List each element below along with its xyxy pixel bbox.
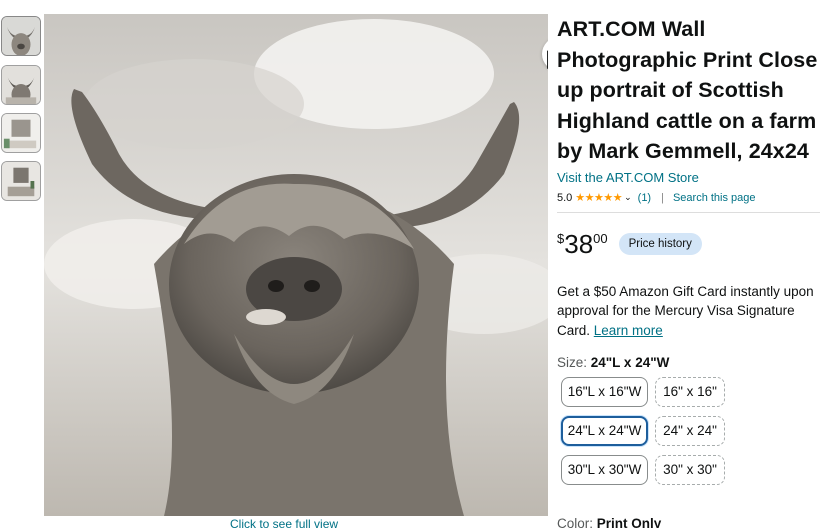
color-label-key: Color: (557, 516, 597, 528)
main-product-image[interactable] (44, 14, 548, 516)
product-title: ART.COM Wall Photographic Print Close up… (557, 17, 818, 163)
chevron-down-icon[interactable]: ⌄ (624, 192, 632, 203)
size-options: 16"L x 16"W 16" x 16" 24"L x 24"W 24" x … (557, 377, 820, 497)
highland-cattle-photo (44, 14, 548, 516)
size-option-16l-x-16w[interactable]: 16"L x 16"W (561, 377, 648, 407)
thumbnail-room-scene-alt[interactable] (1, 161, 41, 201)
size-option-16-x-16[interactable]: 16" x 16" (655, 377, 725, 407)
color-value: Print Only (596, 516, 662, 528)
cattle-thumbnail-image (2, 17, 40, 55)
click-to-see-full-view-link[interactable]: Click to see full view (230, 517, 338, 528)
separator: | (661, 191, 664, 204)
rating-value: 5.0 (557, 191, 573, 204)
price-currency: $ (557, 230, 565, 246)
size-option-24-x-24[interactable]: 24" x 24" (655, 416, 725, 446)
product-details: ART.COM Wall Photographic Print Close up… (557, 14, 820, 497)
cattle-alt-thumbnail-image (2, 66, 40, 104)
size-option-30-x-30[interactable]: 30" x 30" (655, 455, 725, 485)
gift-card-promo: Get a $50 Amazon Gift Card instantly upo… (557, 282, 820, 341)
divider (557, 211, 820, 213)
rating-row: 5.0 ★★★★★ ⌄ (1) | Search this page (557, 190, 820, 206)
price-history-button[interactable]: Price history (618, 232, 702, 255)
thumbnail-room-scene[interactable] (1, 113, 41, 153)
search-this-page-link[interactable]: Search this page (673, 192, 756, 204)
price-dollars: 38 (564, 228, 594, 259)
size-option-30l-x-30w[interactable]: 30"L x 30"W (561, 455, 648, 485)
size-label: Size: 24"L x 24"W (557, 355, 820, 371)
thumbnail-cattle-portrait-alt[interactable] (1, 65, 41, 105)
room-scene-alt-thumbnail-image (2, 162, 40, 200)
star-rating-icon[interactable]: ★★★★★ (575, 191, 622, 204)
room-scene-thumbnail-image (2, 114, 40, 152)
ratings-count-link[interactable]: (1) (638, 192, 651, 204)
price-cents: 00 (593, 230, 608, 246)
size-option-24l-x-24w[interactable]: 24"L x 24"W (561, 416, 648, 446)
store-link[interactable]: Visit the ART.COM Store (557, 169, 820, 186)
learn-more-link[interactable]: Learn more (594, 323, 663, 338)
price-row: $ 38 00 Price history (557, 229, 820, 259)
size-selected-value: 24"L x 24"W (590, 355, 670, 370)
share-button[interactable] (542, 37, 548, 71)
thumbnail-cattle-portrait[interactable] (1, 16, 41, 56)
color-label: Color: Print Only (557, 517, 661, 528)
size-label-key: Size: (557, 355, 591, 370)
share-icon (547, 50, 548, 69)
